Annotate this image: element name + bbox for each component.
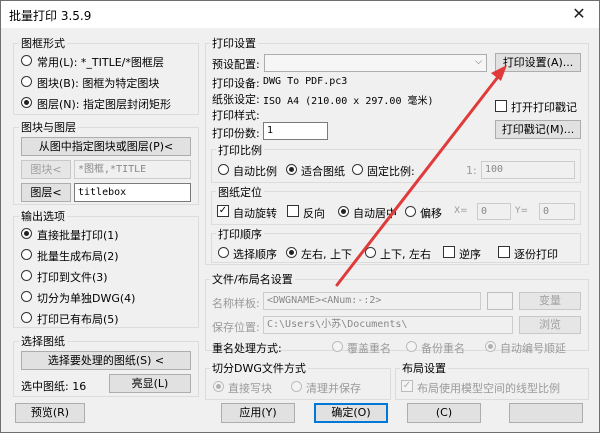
batch-print-window: 批量打印 3.5.9 ✕ 图框形式 常用(L): *_TITLE/*图框层 图块… <box>0 0 600 433</box>
annotation-arrow-icon <box>335 65 507 287</box>
